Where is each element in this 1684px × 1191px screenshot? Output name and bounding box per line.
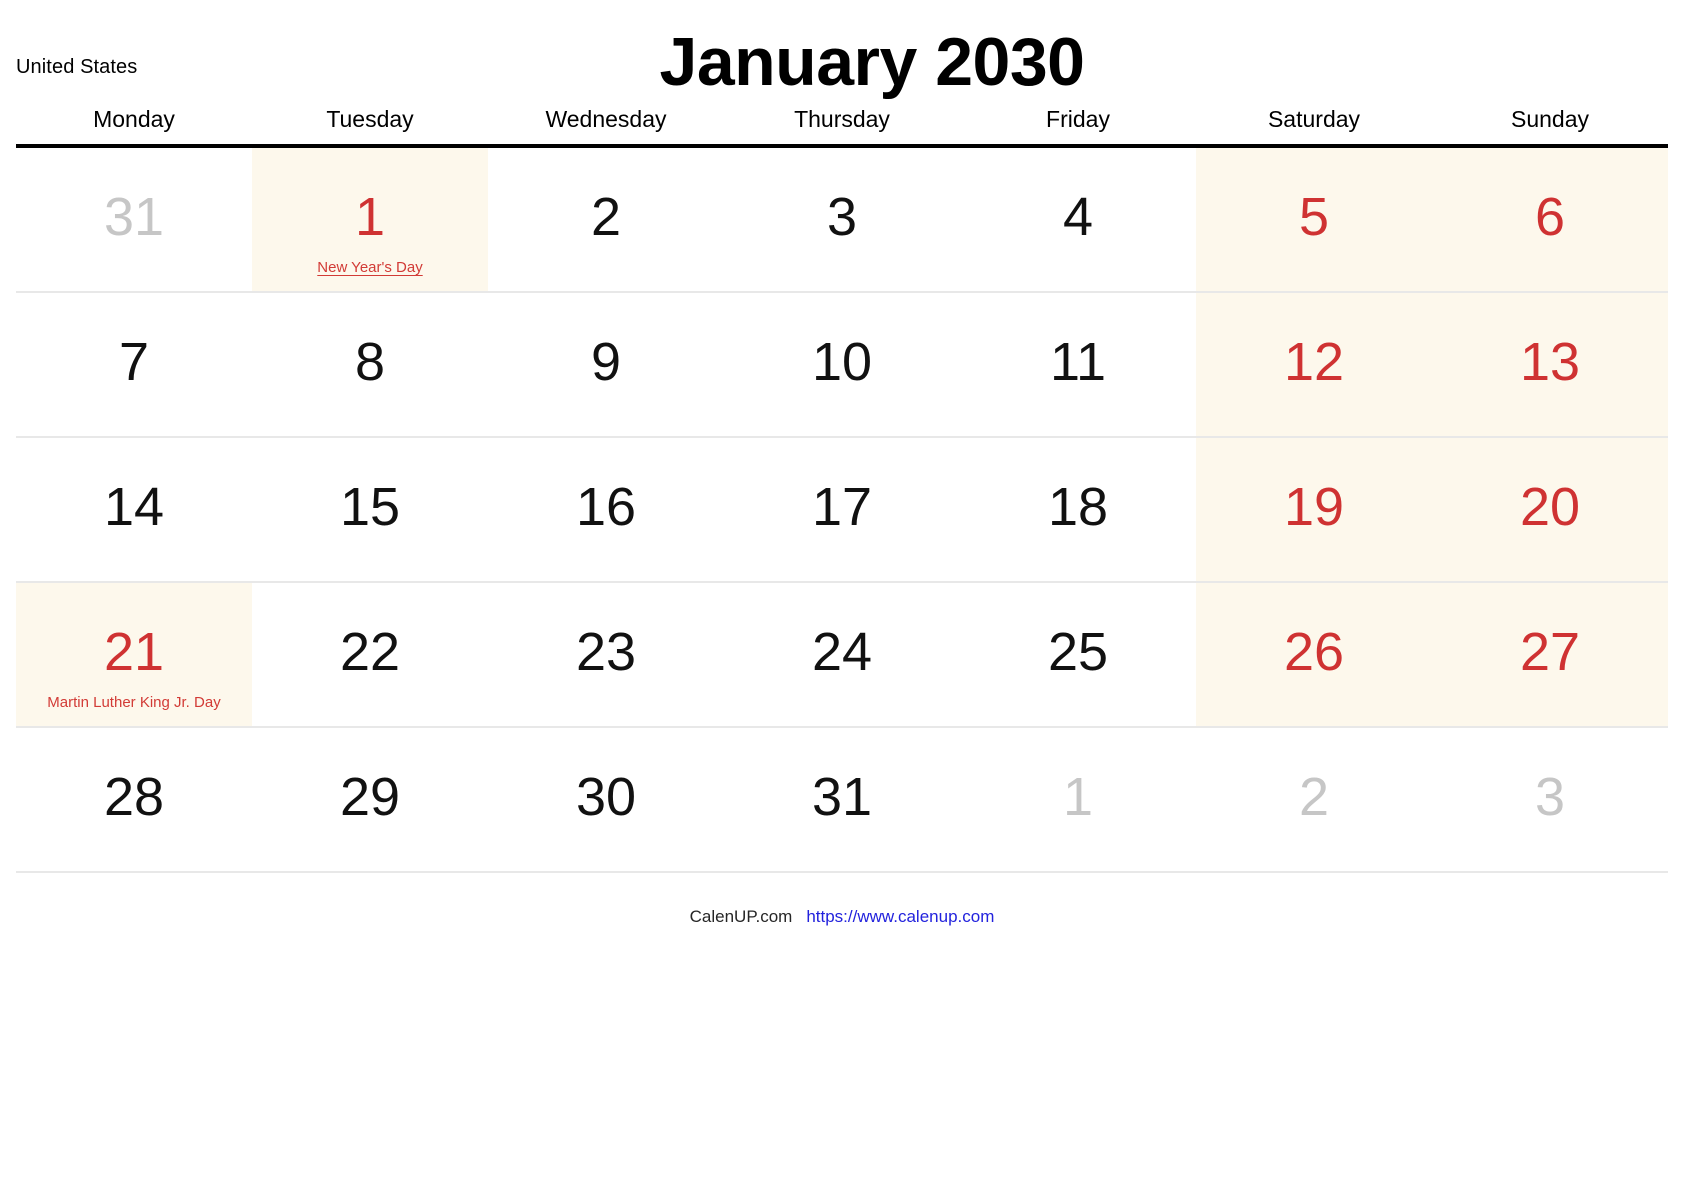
day-cell[interactable]: 9 (488, 293, 724, 436)
day-number: 7 (118, 332, 150, 392)
weekday-header-row: Monday Tuesday Wednesday Thursday Friday Satu… (16, 108, 1668, 144)
footer-brand: CalenUP.com (689, 907, 793, 926)
day-cell[interactable]: 15 (252, 438, 488, 581)
day-cell[interactable]: 20 (1432, 438, 1668, 581)
day-cell[interactable]: 3 (724, 148, 960, 291)
calendar-week-row: 31 1 New Year's Day 2 3 4 5 6 (16, 148, 1668, 293)
day-number: 1 (1062, 767, 1094, 827)
day-number: 28 (103, 767, 165, 827)
day-number: 10 (811, 332, 873, 392)
day-cell[interactable]: 8 (252, 293, 488, 436)
day-number: 29 (339, 767, 401, 827)
weekday-header-thursday: Thursday (794, 106, 890, 132)
holiday-label: Martin Luther King Jr. Day (47, 694, 221, 711)
day-number: 21 (103, 622, 165, 682)
calendar-week-row: 28 29 30 31 1 2 3 (16, 728, 1668, 873)
day-cell[interactable]: 1 (960, 728, 1196, 871)
day-cell[interactable]: 31 (16, 148, 252, 291)
calendar-header: United States January 2030 (0, 0, 1684, 108)
day-number: 15 (339, 477, 401, 537)
day-cell[interactable]: 18 (960, 438, 1196, 581)
day-number: 25 (1047, 622, 1109, 682)
day-cell[interactable]: 24 (724, 583, 960, 726)
day-number: 2 (1298, 767, 1330, 827)
day-cell[interactable]: 10 (724, 293, 960, 436)
day-cell[interactable]: 27 (1432, 583, 1668, 726)
footer: CalenUP.com https://www.calenup.com (0, 908, 1684, 925)
day-number: 19 (1283, 477, 1345, 537)
day-cell[interactable]: 25 (960, 583, 1196, 726)
day-cell[interactable]: 21 Martin Luther King Jr. Day (16, 583, 252, 726)
calendar-weeks: 31 1 New Year's Day 2 3 4 5 6 7 8 9 10 11 12 13 14 15 16 1… (16, 148, 1668, 873)
day-cell[interactable]: 13 (1432, 293, 1668, 436)
day-cell[interactable]: 17 (724, 438, 960, 581)
day-cell[interactable]: 11 (960, 293, 1196, 436)
day-cell[interactable]: 12 (1196, 293, 1432, 436)
day-cell[interactable]: 26 (1196, 583, 1432, 726)
day-number: 26 (1283, 622, 1345, 682)
day-number: 5 (1298, 187, 1330, 247)
day-number: 22 (339, 622, 401, 682)
day-cell[interactable]: 22 (252, 583, 488, 726)
day-cell[interactable]: 7 (16, 293, 252, 436)
day-number: 1 (354, 187, 386, 247)
calendar-page: United States January 2030 Monday Tuesday… (0, 0, 1684, 1191)
day-cell[interactable]: 31 (724, 728, 960, 871)
calendar-grid: Monday Tuesday Wednesday Thursday Friday Satu… (16, 108, 1668, 873)
day-number: 17 (811, 477, 873, 537)
day-number: 27 (1519, 622, 1581, 682)
day-number: 12 (1283, 332, 1345, 392)
calendar-week-row: 7 8 9 10 11 12 13 (16, 293, 1668, 438)
day-cell[interactable]: 16 (488, 438, 724, 581)
weekday-header-friday: Friday (1046, 106, 1110, 132)
weekday-header-monday: Monday (93, 106, 175, 132)
day-number: 31 (103, 187, 165, 247)
day-cell[interactable]: 5 (1196, 148, 1432, 291)
day-number: 24 (811, 622, 873, 682)
footer-url-link[interactable]: https://www.calenup.com (806, 907, 994, 926)
day-cell[interactable]: 1 New Year's Day (252, 148, 488, 291)
day-number: 20 (1519, 477, 1581, 537)
day-cell[interactable]: 19 (1196, 438, 1432, 581)
day-cell[interactable]: 28 (16, 728, 252, 871)
calendar-week-row: 14 15 16 17 18 19 20 (16, 438, 1668, 583)
day-number: 14 (103, 477, 165, 537)
day-number: 23 (575, 622, 637, 682)
day-number: 3 (826, 187, 858, 247)
day-number: 8 (354, 332, 386, 392)
weekday-header-tuesday: Tuesday (326, 106, 414, 132)
page-title: January 2030 (659, 24, 1085, 100)
day-number: 16 (575, 477, 637, 537)
weekday-header-saturday: Saturday (1267, 106, 1361, 132)
day-number: 30 (575, 767, 637, 827)
day-cell[interactable]: 2 (1196, 728, 1432, 871)
day-cell[interactable]: 14 (16, 438, 252, 581)
day-number: 9 (590, 332, 622, 392)
day-cell[interactable]: 23 (488, 583, 724, 726)
day-cell[interactable]: 29 (252, 728, 488, 871)
day-number: 3 (1534, 767, 1566, 827)
day-cell[interactable]: 4 (960, 148, 1196, 291)
holiday-label[interactable]: New Year's Day (317, 259, 422, 277)
day-number: 18 (1047, 477, 1109, 537)
day-cell[interactable]: 3 (1432, 728, 1668, 871)
day-number: 6 (1534, 187, 1566, 247)
day-number: 4 (1062, 187, 1094, 247)
day-number: 11 (1049, 332, 1107, 392)
calendar-week-row: 21 Martin Luther King Jr. Day 22 23 24 25 26 27 (16, 583, 1668, 728)
day-cell[interactable]: 2 (488, 148, 724, 291)
day-cell[interactable]: 30 (488, 728, 724, 871)
day-number: 31 (811, 767, 873, 827)
day-number: 2 (590, 187, 622, 247)
day-cell[interactable]: 6 (1432, 148, 1668, 291)
weekday-header-wednesday: Wednesday (545, 106, 667, 132)
weekday-header-sunday: Sunday (1510, 106, 1589, 132)
day-number: 13 (1519, 332, 1581, 392)
